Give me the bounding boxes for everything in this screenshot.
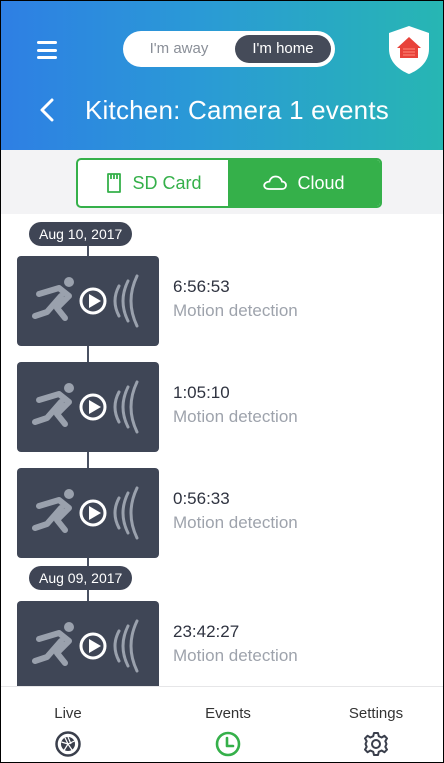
event-item[interactable]: 6:56:53 Motion detection bbox=[17, 256, 437, 346]
nav-settings-label: Settings bbox=[348, 705, 404, 722]
event-time: 1:05:10 bbox=[173, 383, 230, 402]
motion-play-icon bbox=[32, 486, 139, 540]
date-badge: Aug 10, 2017 bbox=[29, 222, 133, 246]
mode-toggle[interactable]: I'm away I'm home bbox=[123, 31, 335, 67]
event-time: 0:56:33 bbox=[173, 489, 230, 508]
bottom-navigation: Live Events Settings bbox=[1, 686, 443, 762]
nav-live-label: Live bbox=[54, 705, 82, 722]
event-item[interactable]: 1:05:10 Motion detection bbox=[17, 362, 437, 452]
camera-aperture-icon bbox=[55, 731, 81, 757]
event-thumbnail[interactable] bbox=[17, 362, 159, 452]
sd-card-icon bbox=[106, 173, 122, 193]
event-item[interactable]: 23:42:27 Motion detection bbox=[17, 601, 437, 691]
event-time: 6:56:53 bbox=[173, 277, 230, 296]
nav-events-label: Events bbox=[205, 705, 251, 722]
tab-sd-card[interactable]: SD Card bbox=[78, 160, 230, 206]
motion-play-icon bbox=[32, 619, 139, 673]
motion-play-icon bbox=[32, 274, 139, 328]
tab-cloud-label: Cloud bbox=[297, 172, 345, 193]
gear-icon bbox=[364, 732, 388, 756]
event-item[interactable]: 0:56:33 Motion detection bbox=[17, 468, 437, 558]
event-type: Motion detection bbox=[173, 513, 298, 532]
event-type: Motion detection bbox=[173, 301, 298, 320]
clock-icon bbox=[215, 731, 241, 757]
mode-home-option[interactable]: I'm home bbox=[235, 35, 331, 63]
nav-events[interactable]: Events bbox=[173, 687, 283, 762]
shield-house-icon[interactable] bbox=[387, 25, 431, 75]
nav-live[interactable]: Live bbox=[13, 687, 123, 762]
event-time: 23:42:27 bbox=[173, 622, 240, 641]
tab-cloud[interactable]: Cloud bbox=[228, 160, 380, 206]
event-thumbnail[interactable] bbox=[17, 468, 159, 558]
event-thumbnail[interactable] bbox=[17, 256, 159, 346]
event-type: Motion detection bbox=[173, 646, 298, 665]
mode-away-option[interactable]: I'm away bbox=[123, 31, 235, 67]
app-screen: I'm away I'm home Kitchen: Camera 1 even… bbox=[0, 0, 444, 763]
app-header: I'm away I'm home Kitchen: Camera 1 even… bbox=[1, 1, 443, 150]
chevron-left-icon[interactable] bbox=[39, 98, 55, 122]
date-badge: Aug 09, 2017 bbox=[29, 566, 133, 590]
tab-sd-card-label: SD Card bbox=[132, 172, 202, 193]
event-type: Motion detection bbox=[173, 407, 298, 426]
nav-settings[interactable]: Settings bbox=[321, 687, 431, 762]
motion-play-icon bbox=[32, 380, 139, 434]
event-thumbnail[interactable] bbox=[17, 601, 159, 691]
storage-segmented-control: SD Card Cloud bbox=[76, 158, 382, 208]
cloud-icon bbox=[263, 175, 288, 191]
page-title: Kitchen: Camera 1 events bbox=[85, 95, 389, 125]
hamburger-icon[interactable] bbox=[37, 41, 57, 59]
